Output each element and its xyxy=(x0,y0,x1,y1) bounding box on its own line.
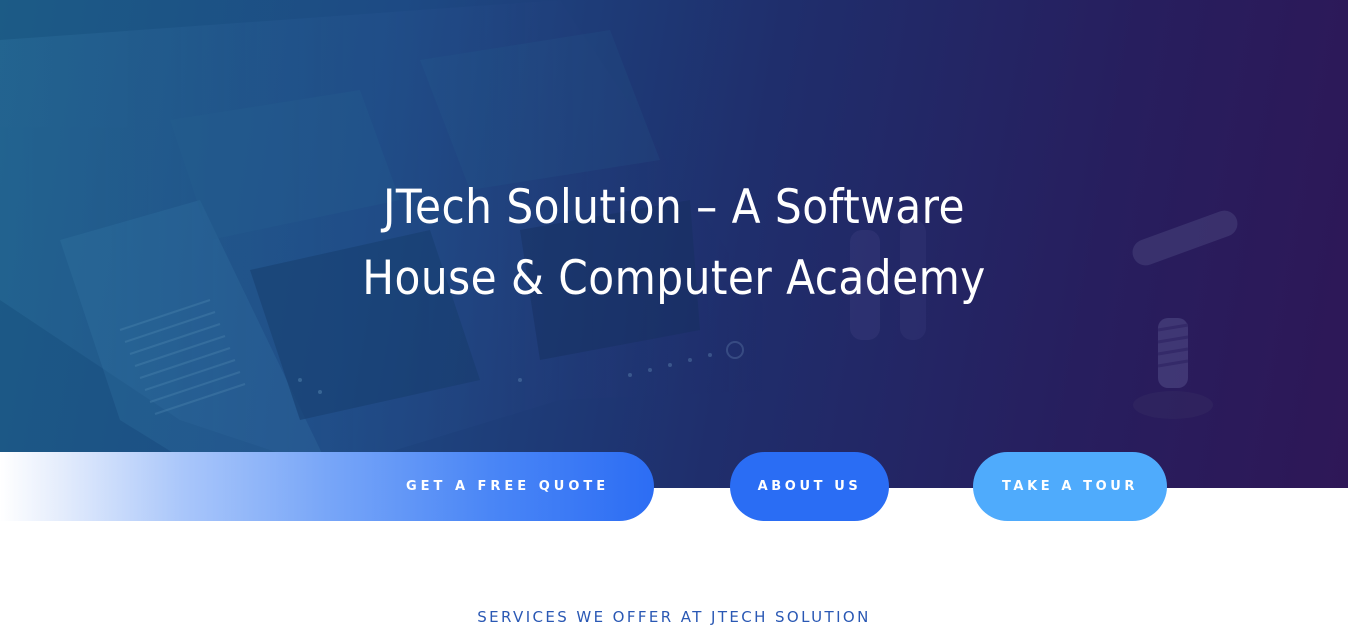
hero-title-line-1: JTech Solution – A Software xyxy=(382,180,966,235)
services-heading: SERVICES WE OFFER AT JTECH SOLUTION xyxy=(477,608,871,626)
hero-title-line-2: House & Computer Academy xyxy=(362,251,986,306)
about-us-button[interactable]: ABOUT US xyxy=(730,452,889,521)
hero-title: JTech Solution – A Software House & Comp… xyxy=(67,172,1280,314)
page: JTech Solution – A Software House & Comp… xyxy=(0,0,1348,626)
hero-section: JTech Solution – A Software House & Comp… xyxy=(0,0,1348,488)
get-free-quote-button[interactable]: GET A FREE QUOTE xyxy=(0,452,654,521)
get-free-quote-label: GET A FREE QUOTE xyxy=(406,479,610,494)
take-a-tour-button[interactable]: TAKE A TOUR xyxy=(973,452,1167,521)
